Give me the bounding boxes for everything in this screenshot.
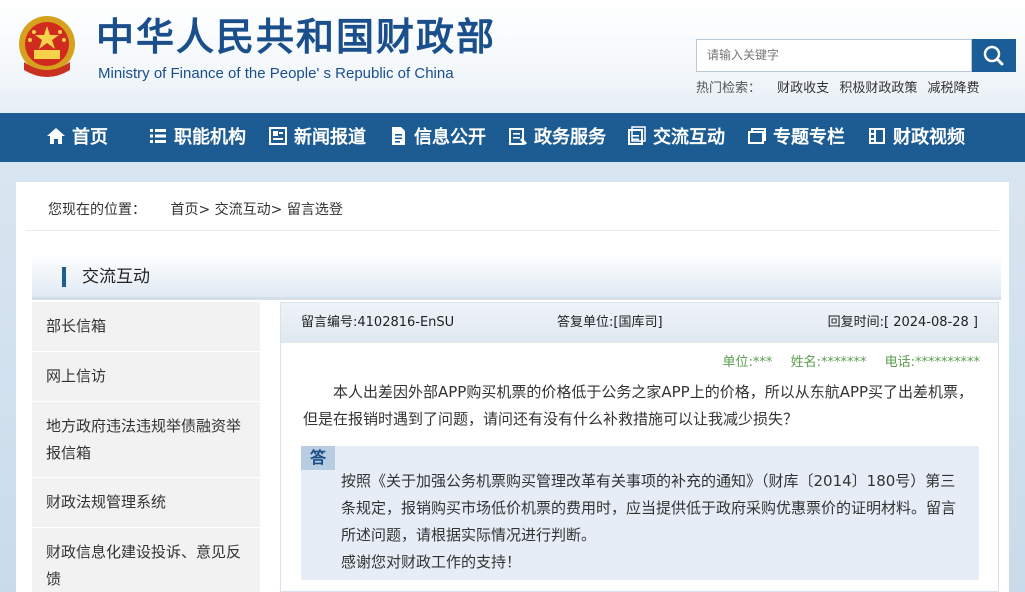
meta-unit: 单位:*** bbox=[722, 355, 773, 370]
nav-item-video[interactable]: 财政视频 bbox=[867, 113, 965, 162]
message-body: 本人出差因外部APP购买机票的价格低于公务之家APP上的价格，所以从东航APP买… bbox=[303, 383, 974, 428]
divider bbox=[26, 230, 999, 231]
site-header: 中华人民共和国财政部 Ministry of Finance of the Pe… bbox=[0, 0, 1025, 113]
hot-search-item[interactable]: 减税降费 bbox=[927, 81, 979, 96]
nav-label: 首页 bbox=[72, 127, 108, 148]
message-panel: 留言编号:4102816-EnSU 答复单位:[国库司] 回复时间:[ 2024… bbox=[280, 302, 999, 592]
nav-item-special-topics[interactable]: 专题专栏 bbox=[747, 113, 845, 162]
meta-name: 姓名:******* bbox=[790, 355, 867, 370]
section-header: 交流互动 bbox=[32, 254, 1001, 300]
home-icon bbox=[47, 128, 65, 144]
national-emblem-icon bbox=[19, 16, 75, 77]
nav-item-info-disclosure[interactable]: 信息公开 bbox=[388, 113, 486, 162]
nav-label: 职能机构 bbox=[174, 127, 246, 148]
nav-label: 财政视频 bbox=[893, 127, 965, 148]
search-input[interactable]: 请输入关键字 bbox=[696, 39, 972, 72]
nav-label: 政务服务 bbox=[534, 127, 606, 148]
answer-tag: 答 bbox=[301, 446, 335, 470]
sidebar-item-it-feedback[interactable]: 财政信息化建设投诉、意见反馈 bbox=[32, 528, 260, 592]
nav-item-news[interactable]: 新闻报道 bbox=[268, 113, 366, 162]
breadcrumb-label: 您现在的位置： bbox=[48, 202, 146, 218]
search-button[interactable] bbox=[972, 39, 1016, 72]
main-nav: 首页 职能机构 新闻报道 信息公开 政务服务 交流互动 专题专栏 财政视频 bbox=[0, 113, 1025, 162]
message-meta: 单位:*** 姓名:******* 电话:********** bbox=[709, 351, 980, 370]
nav-label: 信息公开 bbox=[414, 127, 486, 148]
nav-item-departments[interactable]: 职能机构 bbox=[148, 113, 246, 162]
meta-phone: 电话:********** bbox=[884, 355, 980, 370]
answer-box: 答 按照《关于加强公务机票购买管理改革有关事项的补充的通知》（财库〔2014〕1… bbox=[301, 446, 979, 580]
nav-label: 交流互动 bbox=[653, 127, 725, 148]
sidebar-item-minister-mailbox[interactable]: 部长信箱 bbox=[32, 302, 260, 352]
hot-search: 热门检索： 财政收支 积极财政政策 减税降费 bbox=[696, 80, 985, 98]
answer-body: 按照《关于加强公务机票购买管理改革有关事项的补充的通知》（财库〔2014〕180… bbox=[341, 472, 957, 544]
message-header: 留言编号:4102816-EnSU 答复单位:[国库司] 回复时间:[ 2024… bbox=[281, 303, 998, 343]
reply-time: 回复时间:[ 2024-08-28 ] bbox=[827, 315, 978, 330]
breadcrumb-link-interaction[interactable]: 交流互动> bbox=[215, 202, 283, 218]
sidebar-item-online-petition[interactable]: 网上信访 bbox=[32, 352, 260, 402]
reply-department: 答复单位:[国库司] bbox=[557, 315, 663, 330]
hot-search-item[interactable]: 积极财政政策 bbox=[839, 81, 917, 96]
sidebar: 部长信箱 网上信访 地方政府违法违规举债融资举报信箱 财政法规管理系统 财政信息… bbox=[32, 302, 260, 592]
nav-item-home[interactable]: 首页 bbox=[46, 113, 108, 162]
breadcrumb-current[interactable]: 留言选登 bbox=[287, 202, 343, 218]
answer-thanks: 感谢您对财政工作的支持！ bbox=[341, 553, 522, 571]
nav-label: 专题专栏 bbox=[773, 127, 845, 148]
breadcrumb-link-home[interactable]: 首页> bbox=[170, 202, 210, 218]
section-marker bbox=[62, 267, 66, 287]
nav-label: 新闻报道 bbox=[294, 127, 366, 148]
main-content: 您现在的位置： 首页> 交流互动> 留言选登 交流互动 部长信箱 网上信访 地方… bbox=[16, 182, 1009, 592]
nav-item-services[interactable]: 政务服务 bbox=[508, 113, 606, 162]
section-title: 交流互动 bbox=[82, 267, 150, 287]
document-icon bbox=[392, 127, 405, 145]
chat-icon bbox=[628, 126, 646, 145]
list-icon bbox=[150, 129, 166, 143]
news-icon bbox=[269, 127, 287, 145]
search-icon bbox=[983, 45, 1004, 66]
message-id: 留言编号:4102816-EnSU bbox=[301, 315, 455, 330]
folder-icon bbox=[748, 128, 766, 144]
breadcrumb: 您现在的位置： 首页> 交流互动> 留言选登 bbox=[48, 199, 343, 219]
site-title-chinese: 中华人民共和国财政部 bbox=[96, 15, 497, 59]
sidebar-item-regulation-system[interactable]: 财政法规管理系统 bbox=[32, 478, 260, 528]
site-title-english: Ministry of Finance of the People' s Rep… bbox=[98, 65, 454, 82]
video-icon bbox=[869, 128, 885, 144]
hot-search-item[interactable]: 财政收支 bbox=[777, 81, 829, 96]
nav-item-interaction[interactable]: 交流互动 bbox=[627, 113, 725, 162]
answer-text: 按照《关于加强公务机票购买管理改革有关事项的补充的通知》（财库〔2014〕180… bbox=[341, 468, 961, 576]
hot-search-label: 热门检索： bbox=[696, 81, 762, 96]
sidebar-item-debt-report-mailbox[interactable]: 地方政府违法违规举债融资举报信箱 bbox=[32, 402, 260, 478]
service-icon bbox=[509, 128, 527, 145]
